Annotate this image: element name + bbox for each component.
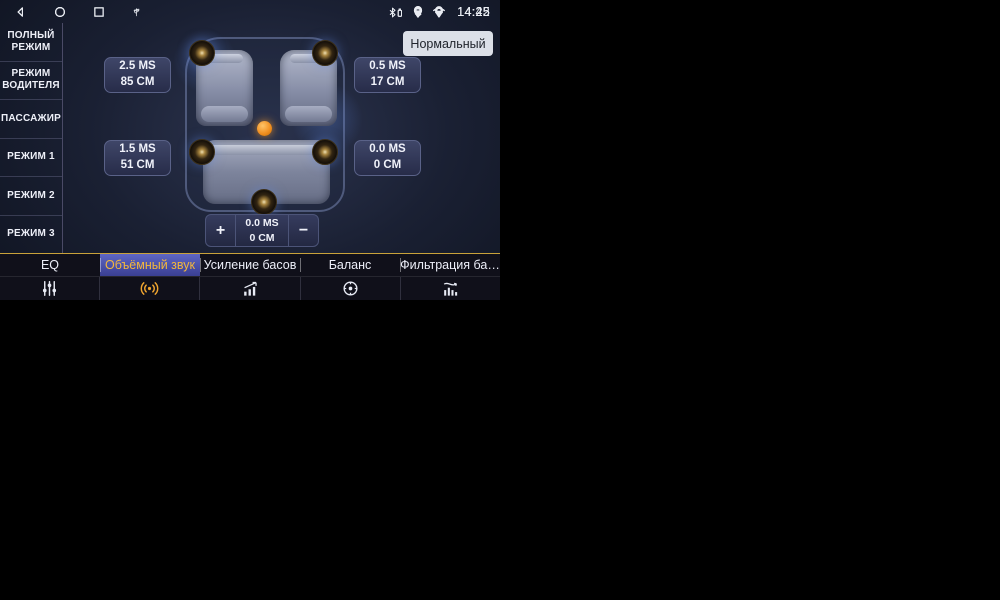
tab-item[interactable]: Баланс: [300, 254, 400, 276]
bass-boost-icon[interactable]: [199, 277, 299, 300]
sound-mode-item[interactable]: ПАССАЖИР: [0, 100, 62, 139]
home-icon[interactable]: [53, 5, 67, 19]
tab-item[interactable]: Усиление басов: [200, 254, 300, 276]
delay-cm: 17 CM: [371, 75, 405, 91]
sound-mode-item[interactable]: ПОЛНЫЙ РЕЖИМ: [0, 23, 62, 62]
filter-icon[interactable]: [400, 277, 500, 300]
tab-item[interactable]: EQ: [0, 254, 100, 276]
eq-sliders-icon[interactable]: [0, 277, 99, 300]
delay-cm: 0 CM: [374, 158, 401, 174]
delay-plus-button[interactable]: +: [206, 215, 235, 246]
center-delay-value: 0.0 MS 0 CM: [235, 215, 289, 246]
tab-label-row: EQОбъёмный звукУсиление басовБалансФильт…: [0, 254, 500, 276]
delay-ms: 0.5 MS: [369, 59, 405, 75]
sound-mode-item[interactable]: РЕЖИМ 1: [0, 139, 62, 178]
delay-ms: 0.0 MS: [369, 142, 405, 158]
clock: 14:25: [457, 5, 490, 19]
back-icon[interactable]: [14, 5, 28, 19]
delay-ms: 2.5 MS: [119, 59, 155, 75]
delay-minus-button[interactable]: −: [289, 215, 318, 246]
listener-position-dot[interactable]: [257, 121, 272, 136]
head-unit-screen: 14:25 87.5091.6095.7099.80103.90108.00 F…: [0, 0, 1000, 600]
surround-status-bar: 14:25: [0, 0, 500, 24]
rear-right-delay-button[interactable]: 0.0 MS 0 CM: [354, 140, 421, 176]
sound-mode-item[interactable]: РЕЖИМ 2: [0, 177, 62, 216]
front-left-delay-button[interactable]: 2.5 MS 85 CM: [104, 57, 171, 93]
tab-item[interactable]: Фильтрация ба…: [400, 254, 500, 276]
tab-icon-row: [0, 276, 500, 300]
center-delay-control: + 0.0 MS 0 CM −: [205, 214, 319, 247]
surround-sound-icon[interactable]: [99, 277, 199, 300]
rear-left-delay-button[interactable]: 1.5 MS 51 CM: [104, 140, 171, 176]
surround-screen: 14:25 ПОЛНЫЙ РЕЖИМРЕЖИМ ВОДИТЕЛЯПАССАЖИР…: [0, 0, 500, 300]
delay-cm: 51 CM: [121, 158, 155, 174]
recents-icon[interactable]: [92, 5, 106, 19]
sound-mode-item[interactable]: РЕЖИМ 3: [0, 216, 62, 254]
rear-left-speaker-icon[interactable]: [189, 139, 215, 165]
balance-icon[interactable]: [300, 277, 400, 300]
delay-ms: 0.0 MS: [245, 216, 278, 230]
front-right-delay-button[interactable]: 0.5 MS 17 CM: [354, 57, 421, 93]
tab-item[interactable]: Объёмный звук: [100, 254, 200, 276]
delay-cm: 0 CM: [249, 231, 274, 245]
sound-tabs-right: EQОбъёмный звукУсиление басовБалансФильт…: [0, 253, 500, 300]
listening-mode-list: ПОЛНЫЙ РЕЖИМРЕЖИМ ВОДИТЕЛЯПАССАЖИРРЕЖИМ …: [0, 23, 63, 253]
front-left-speaker-icon[interactable]: [189, 40, 215, 66]
rear-right-speaker-icon[interactable]: [312, 139, 338, 165]
bluetooth-battery-icon: [387, 6, 404, 19]
sound-profile-button[interactable]: Нормальный: [403, 31, 493, 56]
car-cabin-diagram: [185, 37, 345, 212]
subwoofer-icon[interactable]: [251, 189, 277, 215]
sound-mode-item[interactable]: РЕЖИМ ВОДИТЕЛЯ: [0, 62, 62, 101]
delay-ms: 1.5 MS: [119, 142, 155, 158]
wifi-icon: [432, 5, 446, 19]
front-right-speaker-icon[interactable]: [312, 40, 338, 66]
delay-cm: 85 CM: [121, 75, 155, 91]
location-icon: [411, 5, 425, 19]
